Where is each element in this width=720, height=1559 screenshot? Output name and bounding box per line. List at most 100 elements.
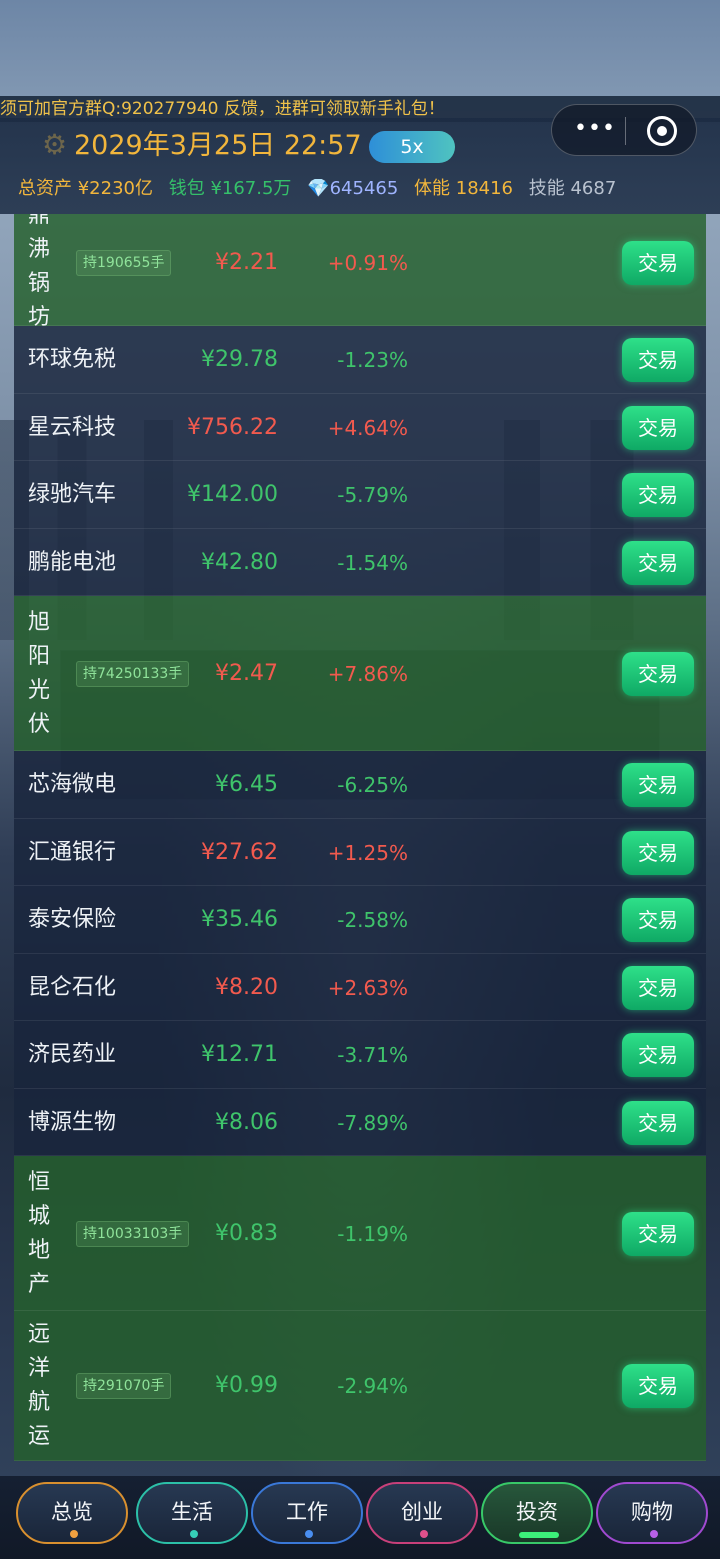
stock-name: 星云科技 — [28, 414, 117, 440]
stock-row: 星云科技 ¥756.22 +4.64% 交易 — [14, 394, 706, 461]
stock-price: ¥0.99 — [215, 1373, 278, 1398]
trade-button[interactable]: 交易 — [622, 540, 694, 585]
tab-dot-icon — [70, 1530, 78, 1538]
stock-price: ¥8.06 — [215, 1109, 278, 1135]
tab-life[interactable]: 生活 — [136, 1482, 248, 1544]
trade-button[interactable]: 交易 — [622, 405, 694, 450]
stock-change: +0.91% — [327, 250, 408, 275]
stock-price: ¥35.46 — [201, 907, 278, 932]
more-icon[interactable]: ••• — [570, 117, 620, 143]
stock-change: -7.89% — [337, 1110, 408, 1135]
tab-label: 生活 — [171, 1500, 213, 1524]
stock-price: ¥0.83 — [215, 1220, 278, 1246]
close-icon[interactable] — [647, 116, 677, 146]
stock-row: 旭阳光伏 持74250133手 ¥2.47 +7.86% 交易 — [14, 596, 706, 751]
stock-name: 汇通银行 — [28, 839, 117, 865]
tab-dot-icon — [305, 1530, 313, 1538]
stock-name: 环球免税 — [28, 347, 117, 372]
gem-count: 💎645465 — [307, 178, 399, 199]
stock-change: +2.63% — [327, 975, 408, 1000]
game-datetime: 2029年3月25日 22:57 — [74, 130, 362, 161]
bottom-tab-bar: 总览 生活 工作 创业 投资 购物 — [0, 1476, 720, 1559]
stock-row: 泰安保险 ¥35.46 -2.58% 交易 — [14, 886, 706, 954]
stats-bar: 总资产 ¥2230亿 钱包 ¥167.5万 💎645465 体能 18416 技… — [18, 176, 626, 202]
holding-badge: 持10033103手 — [76, 1220, 190, 1247]
stock-change: -6.25% — [337, 773, 408, 797]
stock-name: 鼎沸锅坊 — [28, 214, 51, 330]
holding-badge: 持190655手 — [76, 249, 172, 276]
stock-row: 环球免税 ¥29.78 -1.23% 交易 — [14, 326, 706, 394]
tab-label: 工作 — [286, 1500, 328, 1524]
tab-label: 创业 — [401, 1500, 443, 1524]
stock-price: ¥142.00 — [187, 482, 278, 507]
stock-price: ¥12.71 — [201, 1042, 278, 1067]
stock-price: ¥27.62 — [201, 839, 278, 865]
stock-row: 鹏能电池 ¥42.80 -1.54% 交易 — [14, 529, 706, 596]
stock-price: ¥2.47 — [215, 660, 278, 686]
stock-list[interactable]: 鼎沸锅坊 持190655手 ¥2.21 +0.91% 交易 环球免税 ¥29.78 -1.23… — [14, 214, 706, 1476]
stock-change: -1.23% — [337, 348, 408, 372]
tab-dot-icon — [190, 1530, 198, 1538]
tab-label: 总览 — [51, 1500, 93, 1524]
stamina-value: 体能 18416 — [414, 178, 514, 199]
stock-change: +1.25% — [327, 840, 408, 865]
trade-button[interactable]: 交易 — [622, 473, 694, 517]
stock-change: -5.79% — [337, 483, 408, 507]
stock-price: ¥6.45 — [215, 772, 278, 797]
stock-price: ¥8.20 — [215, 974, 278, 1000]
stock-price: ¥756.22 — [187, 414, 278, 440]
stock-row: 芯海微电 ¥6.45 -6.25% 交易 — [14, 751, 706, 819]
stock-name: 鹏能电池 — [28, 549, 117, 575]
trade-button[interactable]: 交易 — [622, 1211, 694, 1256]
total-assets: 总资产 ¥2230亿 — [18, 178, 153, 199]
speed-button[interactable]: 5x — [369, 131, 455, 163]
stock-row: 恒城地产 持10033103手 ¥0.83 -1.19% 交易 — [14, 1156, 706, 1311]
stock-name: 济民药业 — [28, 1042, 117, 1067]
stock-name: 旭阳光伏 — [28, 609, 51, 737]
tab-shopping[interactable]: 购物 — [596, 1482, 708, 1544]
stock-change: -2.58% — [337, 908, 408, 932]
tab-label: 购物 — [631, 1500, 673, 1524]
stock-name: 芯海微电 — [28, 772, 117, 797]
stock-name: 泰安保险 — [28, 907, 117, 932]
stock-row: 绿驰汽车 ¥142.00 -5.79% 交易 — [14, 461, 706, 529]
trade-button[interactable]: 交易 — [622, 1364, 694, 1408]
tab-dot-icon — [420, 1530, 428, 1538]
stock-row: 汇通银行 ¥27.62 +1.25% 交易 — [14, 819, 706, 886]
trade-button[interactable]: 交易 — [622, 338, 694, 382]
trade-button[interactable]: 交易 — [622, 898, 694, 942]
skill-value: 技能 4687 — [528, 178, 617, 199]
tab-invest[interactable]: 投资 — [481, 1482, 593, 1544]
stock-name: 博源生物 — [28, 1109, 117, 1135]
active-indicator — [519, 1532, 559, 1538]
trade-button[interactable]: 交易 — [622, 830, 694, 875]
stock-change: -3.71% — [337, 1043, 408, 1067]
stock-name: 远洋航运 — [28, 1322, 51, 1449]
stock-name: 昆仑石化 — [28, 974, 117, 1000]
holding-badge: 持74250133手 — [76, 660, 190, 687]
stock-row: 昆仑石化 ¥8.20 +2.63% 交易 — [14, 954, 706, 1021]
stock-change: -1.19% — [337, 1221, 408, 1246]
tab-work[interactable]: 工作 — [251, 1482, 363, 1544]
trade-button[interactable]: 交易 — [622, 763, 694, 807]
tab-overview[interactable]: 总览 — [16, 1482, 128, 1544]
stock-change: +4.64% — [327, 415, 408, 440]
holding-badge: 持291070手 — [76, 1373, 172, 1399]
stock-change: -2.94% — [337, 1374, 408, 1398]
gear-icon[interactable]: ⚙ — [42, 130, 72, 160]
trade-button[interactable]: 交易 — [622, 651, 694, 696]
stock-price: ¥2.21 — [215, 249, 278, 275]
stock-price: ¥29.78 — [201, 347, 278, 372]
trade-button[interactable]: 交易 — [622, 240, 694, 285]
stock-row: 鼎沸锅坊 持190655手 ¥2.21 +0.91% 交易 — [14, 214, 706, 330]
trade-button[interactable]: 交易 — [622, 1033, 694, 1077]
tab-label: 投资 — [516, 1500, 558, 1524]
tab-dot-icon — [650, 1530, 658, 1538]
miniprogram-capsule: ••• — [551, 104, 697, 156]
stock-name: 恒城地产 — [28, 1169, 51, 1297]
trade-button[interactable]: 交易 — [622, 965, 694, 1010]
tab-startup[interactable]: 创业 — [366, 1482, 478, 1544]
trade-button[interactable]: 交易 — [622, 1100, 694, 1145]
stock-change: -1.54% — [337, 550, 408, 575]
stock-row: 远洋航运 持291070手 ¥0.99 -2.94% 交易 — [14, 1311, 706, 1461]
